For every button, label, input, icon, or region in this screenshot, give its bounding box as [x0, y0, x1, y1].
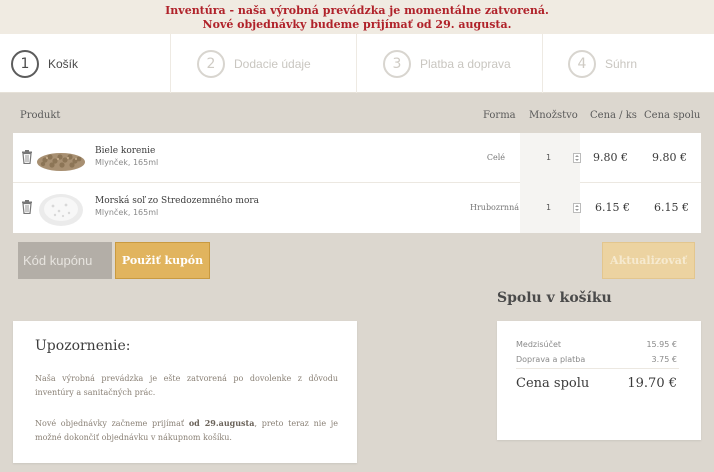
cart-row: Morská soľ zo Stredozemného mora Mlynček… [13, 183, 701, 233]
product-form: Celé [486, 153, 505, 162]
unit-price: 6.15 € [595, 201, 630, 214]
step-number: 2 [197, 49, 225, 78]
white-pepper-image [37, 153, 85, 171]
step-cart[interactable]: 1 Košík [0, 34, 171, 93]
divider [516, 368, 679, 369]
subtotal-value: 15.95 € [646, 340, 677, 349]
cart-totals-title: Spolu v košíku [497, 290, 612, 306]
trash-icon[interactable] [21, 200, 33, 214]
product-variant: Mlynček, 165ml [95, 208, 159, 217]
coupon-code-input[interactable] [18, 242, 112, 279]
quantity-stepper-icon[interactable] [573, 153, 581, 163]
header-quantity: Množstvo [529, 110, 578, 121]
cart-totals-box: Medzisúčet 15.95 € Doprava a platba 3.75… [497, 321, 701, 440]
banner-line-2: Nové objednávky budeme prijímať od 29. a… [202, 18, 512, 31]
step-payment-shipping[interactable]: 3 Platba a doprava [357, 34, 543, 93]
header-product: Produkt [20, 110, 61, 121]
step-label: Košík [48, 56, 79, 71]
quantity-cell: 1 [520, 183, 581, 233]
quantity-cell: 1 [520, 133, 581, 183]
sea-salt-image [39, 194, 83, 226]
step-summary[interactable]: 4 Súhrn [543, 34, 714, 93]
product-form: Hrubozrnná [469, 203, 519, 212]
step-label: Súhrn [605, 56, 638, 71]
step-number: 1 [11, 49, 39, 78]
notice-date: od 29.augusta [188, 418, 255, 428]
cart-row: Biele korenie Mlynček, 165ml Celé 1 9.80… [13, 133, 701, 183]
checkout-steps: 1 Košík 2 Dodacie údaje 3 Platba a dopra… [0, 34, 714, 93]
quantity-stepper-icon[interactable] [573, 203, 581, 213]
product-name[interactable]: Morská soľ zo Stredozemného mora [95, 196, 259, 206]
subtotal-label: Medzisúčet [516, 340, 562, 349]
notice-box: Upozornenie: Naša výrobná prevádzka je e… [13, 321, 357, 463]
quantity-input[interactable]: 1 [546, 203, 551, 212]
product-variant: Mlynček, 165ml [95, 158, 159, 167]
step-delivery-details[interactable]: 2 Dodacie údaje [171, 34, 357, 93]
header-total: Cena spolu [644, 110, 701, 121]
cart-table: Biele korenie Mlynček, 165ml Celé 1 9.80… [13, 133, 701, 233]
product-name[interactable]: Biele korenie [95, 146, 155, 156]
apply-coupon-button[interactable]: Použiť kupón [115, 242, 210, 279]
shipping-value: 3.75 € [651, 355, 677, 364]
notice-title: Upozornenie: [35, 338, 131, 354]
notice-paragraph-2: Nové objednávky začneme prijímať od 29.a… [35, 416, 338, 445]
step-number: 3 [383, 49, 411, 78]
row-total: 9.80 € [652, 151, 687, 164]
step-label: Platba a doprava [420, 56, 511, 71]
quantity-input[interactable]: 1 [546, 153, 551, 162]
step-label: Dodacie údaje [234, 56, 311, 71]
update-cart-button[interactable]: Aktualizovať [602, 242, 695, 279]
closure-notice-banner: Inventúra - naša výrobná prevádzka je mo… [0, 0, 714, 34]
header-form: Forma [483, 110, 516, 121]
notice-text: Nové objednávky začneme prijímať [35, 419, 189, 428]
unit-price: 9.80 € [593, 151, 628, 164]
row-total: 6.15 € [654, 201, 689, 214]
step-number: 4 [568, 49, 596, 78]
grand-total-value: 19.70 € [627, 376, 677, 391]
header-unit-price: Cena / ks [590, 110, 637, 121]
trash-icon[interactable] [21, 150, 33, 164]
notice-paragraph-1: Naša výrobná prevádzka je ešte zatvorená… [35, 374, 338, 397]
grand-total-label: Cena spolu [516, 376, 590, 391]
shipping-label: Doprava a platba [516, 355, 586, 364]
banner-line-1: Inventúra - naša výrobná prevádzka je mo… [165, 4, 549, 17]
